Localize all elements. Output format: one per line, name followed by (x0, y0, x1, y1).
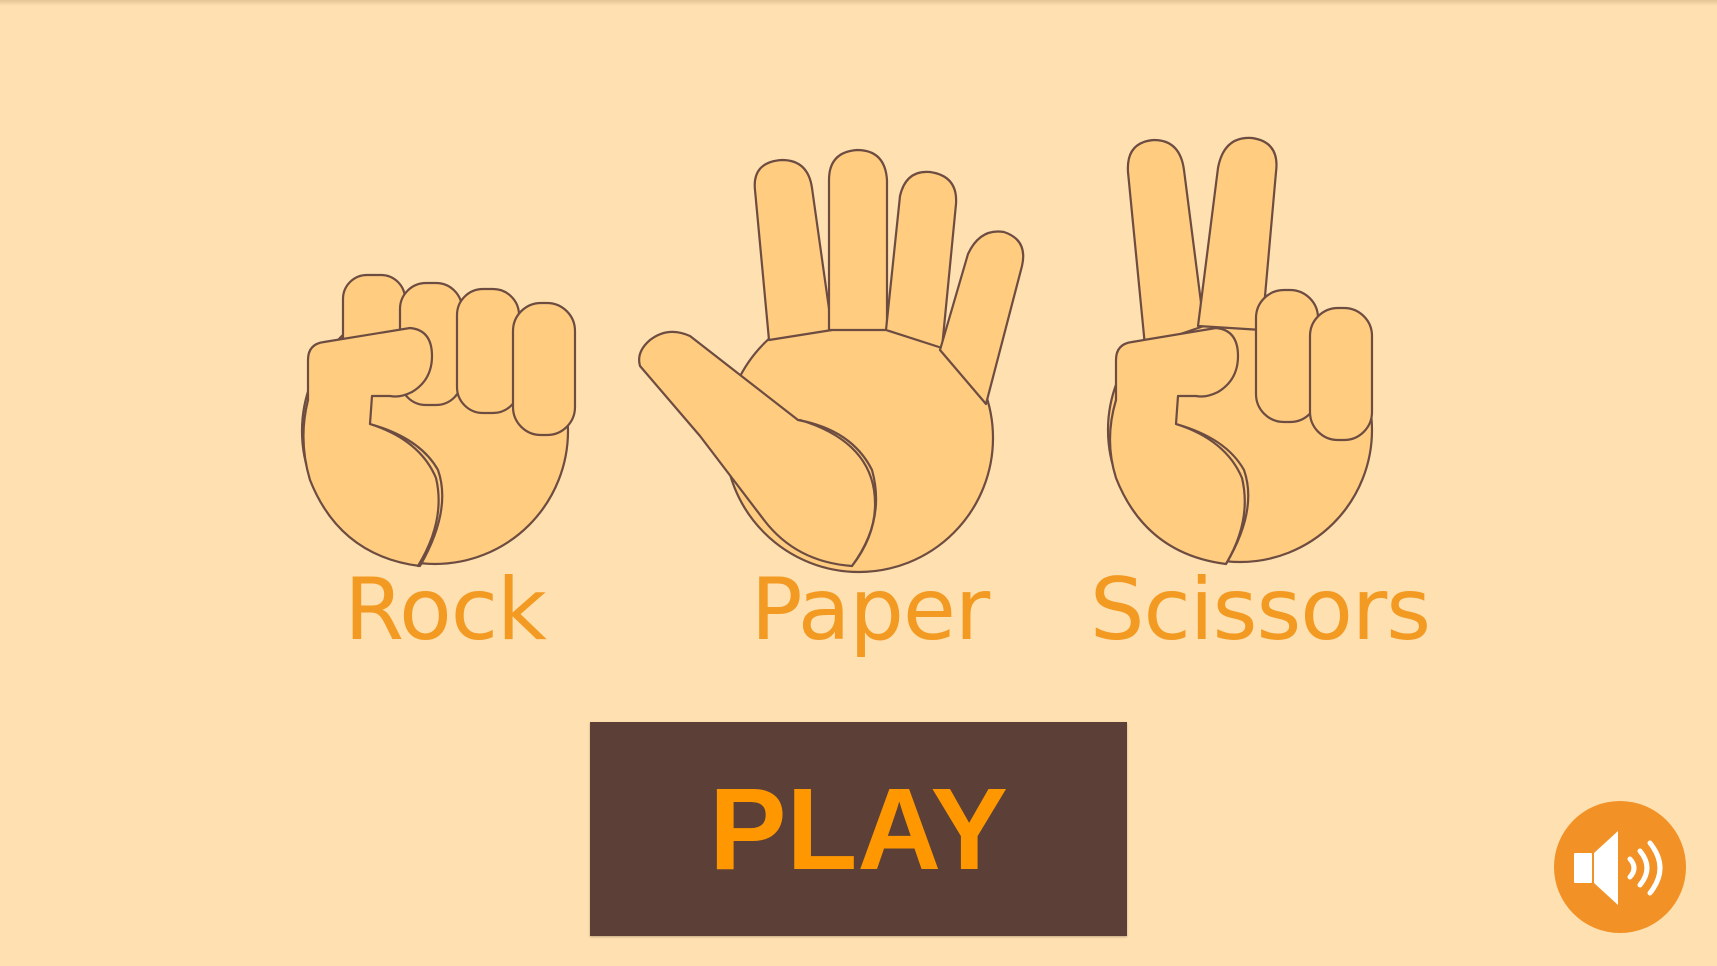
scissors-hand-victory-hand-icon[interactable] (1106, 136, 1374, 566)
rock-label[interactable]: Rock (310, 560, 580, 660)
scissors-label[interactable]: Scissors (1070, 560, 1450, 660)
paper-finger-2 (827, 148, 889, 332)
rock-hand-fist-icon[interactable] (300, 273, 577, 568)
paper-finger-1 (753, 158, 834, 342)
paper-label[interactable]: Paper (730, 560, 1010, 660)
rock-finger-4 (511, 301, 577, 437)
paper-finger-3 (884, 170, 958, 350)
speaker-icon (1574, 831, 1663, 905)
scissors-finger-ring (1254, 288, 1320, 424)
scissors-finger-index (1126, 138, 1206, 348)
paper-hand-open-hand-icon[interactable] (638, 148, 1025, 574)
scissors-finger-pinky (1308, 306, 1374, 442)
play-button[interactable]: PLAY (590, 722, 1127, 936)
rock-finger-3 (455, 287, 521, 415)
sound-toggle-button[interactable] (1554, 801, 1686, 933)
